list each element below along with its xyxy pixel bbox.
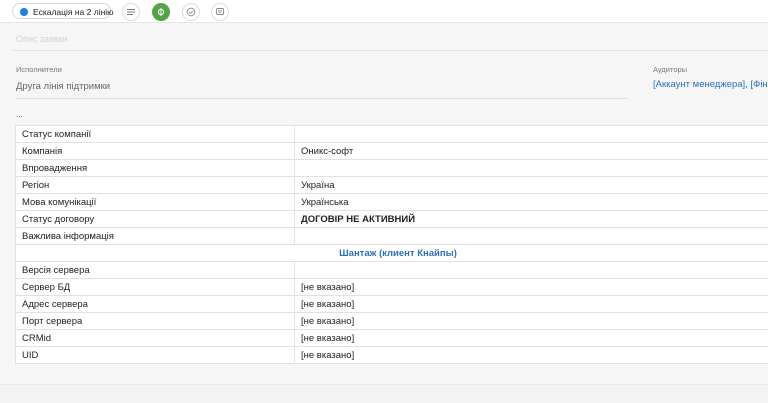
comment-button[interactable] [211,3,229,21]
status-chip[interactable]: Ескалація на 2 лінію [12,3,111,19]
more-ellipsis[interactable]: ... [16,110,23,119]
table-row: Порт сервера [не вказано] [16,313,768,330]
row-label-region: Регіон [16,177,295,194]
table-row: Версія сервера [16,262,768,279]
table-row: Регіон Україна [16,177,768,194]
row-label-company: Компанія [16,143,295,160]
row-value-important-info [295,228,768,245]
row-label-contract-status: Статус договору [16,211,295,228]
row-value-uid: [не вказано] [295,347,768,364]
contract-status-badge: ДОГОВІР НЕ АКТИВНИЙ [295,211,768,228]
table-row: Сервер БД [не вказано] [16,279,768,296]
phi-icon [156,7,166,17]
row-value-implementation [295,160,768,177]
row-label-db-server: Сервер БД [16,279,295,296]
check-circle-icon [186,7,196,17]
row-value-language: Українська [295,194,768,211]
auditors-field[interactable]: [Аккаунт менеджера], [Фін [653,79,768,90]
important-info-note: Шантаж (клиент Кнайпы) [16,245,768,262]
table-row: Важлива інформація [16,228,768,245]
comment-icon [215,7,225,17]
row-label-server-port: Порт сервера [16,313,295,330]
row-value-company-status [295,126,768,143]
toolbar: Ескалація на 2 лінію [0,0,768,23]
executors-field[interactable]: Друга лінія підтримки [16,81,110,92]
executors-label: Исполнители [16,65,62,74]
list-icon [126,7,136,17]
row-value-server-version [295,262,768,279]
row-label-language: Мова комунікації [16,194,295,211]
table-row: Статус компанії [16,126,768,143]
description-input[interactable]: Опис заявки [16,34,68,44]
auditors-label: Аудиторы [653,65,687,74]
row-label-uid: UID [16,347,295,364]
company-info-table: Статус компанії Компанія Оникс-софт Впро… [15,125,768,364]
table-row: CRMid [не вказано] [16,330,768,347]
form-view-button[interactable] [152,3,170,21]
table-row: Компанія Оникс-софт [16,143,768,160]
row-label-server-version: Версія сервера [16,262,295,279]
row-value-db-server: [не вказано] [295,279,768,296]
table-row: UID [не вказано] [16,347,768,364]
row-label-important-info: Важлива інформація [16,228,295,245]
status-dot-icon [20,8,28,16]
row-label-crmid: CRMid [16,330,295,347]
table-row: Статус договору ДОГОВІР НЕ АКТИВНИЙ [16,211,768,228]
table-row: Адрес сервера [не вказано] [16,296,768,313]
table-row: Впровадження [16,160,768,177]
row-label-implementation: Впровадження [16,160,295,177]
row-value-region: Україна [295,177,768,194]
company-link[interactable]: Оникс-софт [295,143,768,160]
check-button[interactable] [182,3,200,21]
server-address-link[interactable]: [не вказано] [295,296,768,313]
table-row: Мова комунікації Українська [16,194,768,211]
divider [12,50,768,51]
list-view-button[interactable] [122,3,140,21]
table-row: Шантаж (клиент Кнайпы) [16,245,768,262]
row-label-server-address: Адрес сервера [16,296,295,313]
row-value-server-port: [не вказано] [295,313,768,330]
executors-underline [16,98,628,99]
footer-strip [0,384,768,403]
row-value-crmid: [не вказано] [295,330,768,347]
row-label-company-status: Статус компанії [16,126,295,143]
status-chip-label: Ескалація на 2 лінію [33,7,114,17]
